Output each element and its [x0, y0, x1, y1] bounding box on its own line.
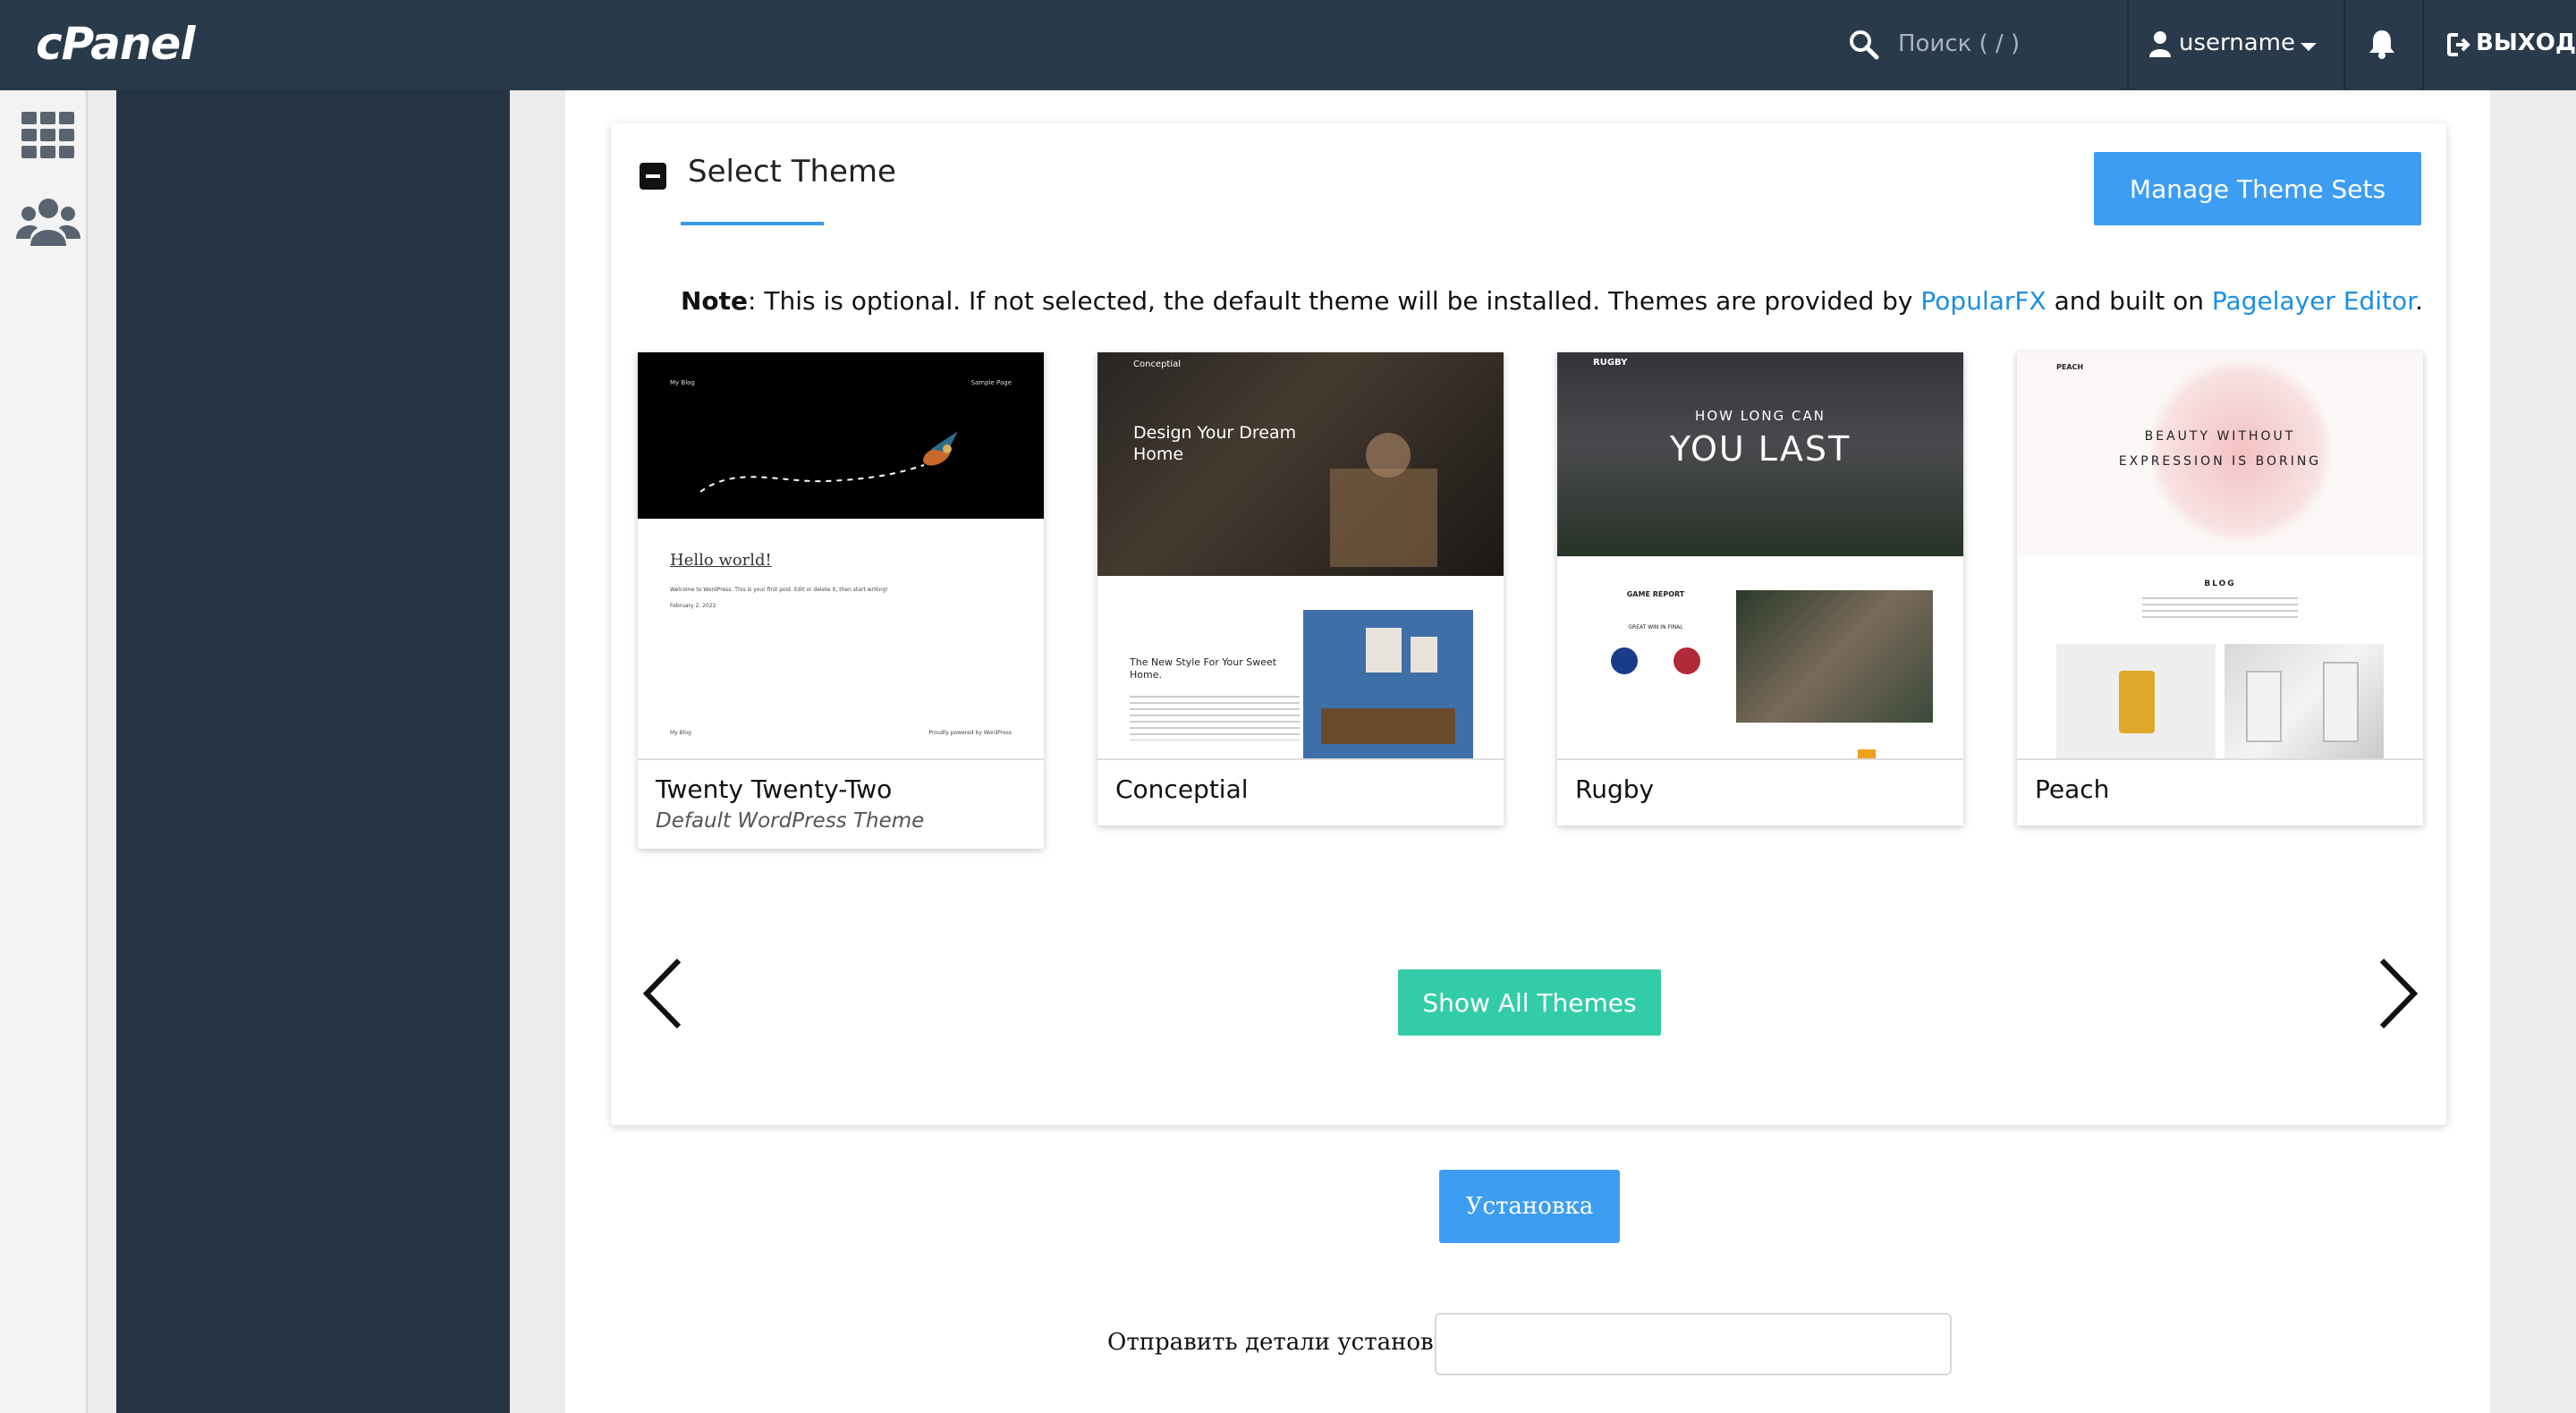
popularfx-link[interactable]: PopularFX	[1920, 286, 2046, 316]
preview-heading: YOU LAST	[1669, 429, 1852, 469]
chevron-left-icon[interactable]	[638, 953, 691, 1034]
manage-theme-sets-button[interactable]: Manage Theme Sets	[2094, 152, 2421, 225]
theme-thumbnail[interactable]: RUGBY HOW LONG CAN YOU LAST GAME REPORT …	[1557, 352, 1963, 760]
search-input[interactable]: Поиск ( / )	[1898, 30, 2020, 57]
app-switcher-column	[0, 90, 88, 1413]
user-menu[interactable]: username	[2179, 30, 2295, 56]
note-label: Note	[681, 286, 749, 316]
preview-hero: RUGBY HOW LONG CAN YOU LAST	[1557, 352, 1963, 556]
send-details-label: Отправить детали установки :	[1107, 1329, 1479, 1356]
install-button[interactable]: Установка	[1439, 1170, 1620, 1243]
note-text-1: : This is optional. If not selected, the…	[748, 286, 1921, 316]
divider	[2422, 0, 2424, 90]
user-icon[interactable]	[2148, 30, 2172, 57]
logout-icon[interactable]	[2447, 32, 2472, 57]
preview-hero: Conceptial Design Your Dream Home	[1097, 352, 1504, 576]
preview-heading: EXPRESSION IS BORING	[2118, 454, 2322, 469]
preview-text: PEACH	[2056, 363, 2084, 371]
preview-heading: Design Your Dream Home	[1133, 423, 1297, 464]
theme-subtitle	[1097, 804, 1504, 825]
theme-subtitle: Default WordPress Theme	[656, 809, 925, 833]
preview-text: My Blog	[670, 379, 695, 386]
bell-icon[interactable]	[2368, 29, 2395, 59]
note-text: Note: This is optional. If not selected,…	[681, 286, 2434, 316]
preview-image	[1736, 590, 1933, 723]
note-text-3: .	[2415, 286, 2424, 316]
theme-name[interactable]: Conceptial	[1097, 760, 1504, 804]
theme-subtitle	[1557, 804, 1963, 825]
preview-text: Conceptial	[1133, 360, 1182, 369]
card-title: Select Theme	[688, 154, 896, 190]
theme-thumbnail[interactable]: Conceptial Design Your Dream Home The Ne…	[1097, 352, 1504, 760]
chevron-right-icon[interactable]	[2369, 953, 2423, 1034]
collapse-icon[interactable]	[640, 163, 666, 190]
title-underline	[681, 222, 824, 225]
preview-text: HOW LONG CAN	[1695, 408, 1826, 424]
bird-icon	[700, 431, 958, 493]
logout-link[interactable]: ВЫХОД	[2476, 30, 2576, 56]
preview-text: Welcome to WordPress. This is your first…	[670, 587, 888, 593]
preview-text: Proudly powered by WordPress	[928, 730, 1012, 736]
pagelayer-link[interactable]: Pagelayer Editor	[2212, 286, 2415, 316]
cpanel-logo[interactable]: cPanel	[36, 18, 195, 70]
preview-text: RUGBY	[1593, 358, 1628, 368]
theme-card-peach[interactable]: PEACH BEAUTY WITHOUT EXPRESSION IS BORIN…	[2017, 352, 2423, 825]
preview-text: GAME REPORT	[1626, 590, 1685, 598]
theme-thumbnail[interactable]: PEACH BEAUTY WITHOUT EXPRESSION IS BORIN…	[2017, 352, 2423, 760]
theme-name[interactable]: Twenty Twenty-Two	[638, 760, 1044, 804]
divider	[2343, 0, 2345, 90]
preview-heading: BEAUTY WITHOUT	[2144, 429, 2296, 444]
preview-image	[2224, 644, 2384, 758]
preview-heading: Hello world!	[670, 551, 772, 570]
select-theme-card: Select Theme Manage Theme Sets Note: Thi…	[611, 123, 2446, 1125]
preview-text: Sample Page	[970, 379, 1012, 386]
preview-hero: PEACH BEAUTY WITHOUT EXPRESSION IS BORIN…	[2017, 352, 2423, 556]
users-icon[interactable]	[16, 196, 80, 246]
send-details-input[interactable]	[1435, 1313, 1952, 1375]
preview-image	[2056, 644, 2216, 758]
theme-card-rugby[interactable]: RUGBY HOW LONG CAN YOU LAST GAME REPORT …	[1557, 352, 1963, 825]
theme-card-twenty-twenty-two[interactable]: My Blog Sample Page Hello world! Welcome…	[638, 352, 1044, 849]
theme-name[interactable]: Rugby	[1557, 760, 1963, 804]
divider	[2127, 0, 2129, 90]
note-text-2: and built on	[2046, 286, 2212, 316]
theme-subtitle	[2017, 804, 2423, 825]
preview-text: My Blog	[670, 730, 691, 736]
preview-heading: The New Style For Your Sweet Home.	[1130, 656, 1277, 681]
apps-grid-icon[interactable]	[21, 112, 75, 158]
sidebar	[116, 90, 510, 1413]
chevron-down-icon[interactable]	[2301, 43, 2317, 51]
preview-text: February 2, 2022	[670, 603, 716, 609]
theme-card-conceptial[interactable]: Conceptial Design Your Dream Home The Ne…	[1097, 352, 1504, 825]
theme-name[interactable]: Peach	[2017, 760, 2423, 804]
preview-text: BLOG	[2204, 580, 2236, 588]
top-bar: cPanel Поиск ( / ) username ВЫХОД	[0, 0, 2576, 90]
preview-text: GREAT WIN IN FINAL	[1628, 624, 1683, 630]
theme-thumbnail[interactable]: My Blog Sample Page Hello world! Welcome…	[638, 352, 1044, 760]
show-all-themes-button[interactable]: Show All Themes	[1398, 969, 1661, 1036]
preview-hero: My Blog Sample Page	[638, 352, 1044, 519]
preview-image	[1303, 610, 1473, 758]
search-icon[interactable]	[1848, 29, 1880, 61]
